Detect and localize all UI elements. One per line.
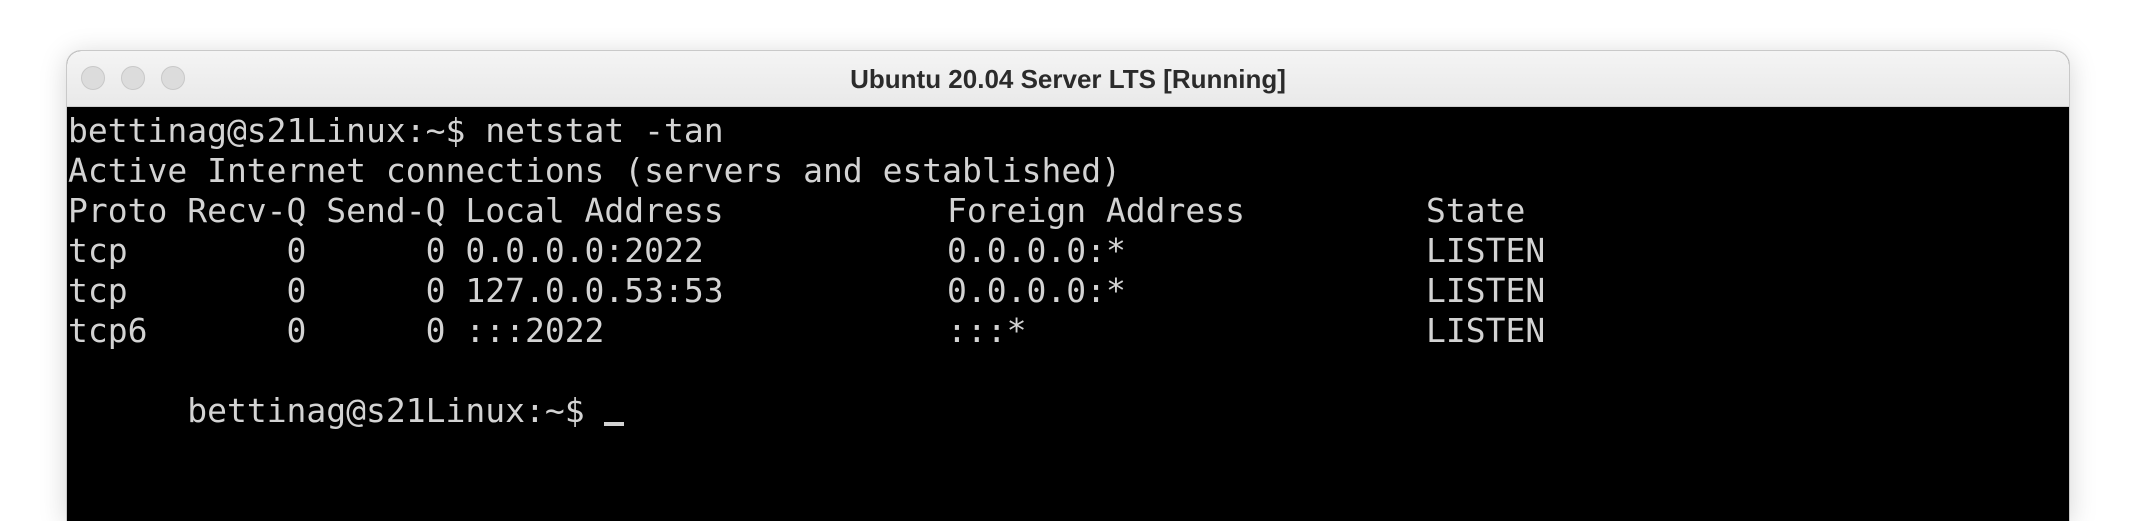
row-left: tcp6 0 0 :::2022 xyxy=(68,311,605,350)
command-line: bettinag@s21Linux:~$ netstat -tan xyxy=(68,111,724,150)
shell-prompt: bettinag@s21Linux:~$ xyxy=(187,391,605,430)
row-state: LISTEN xyxy=(1426,311,1546,350)
header-proto-local: Proto Recv-Q Send-Q Local Address xyxy=(68,191,724,230)
row-state: LISTEN xyxy=(1426,271,1546,310)
row-foreign: 0.0.0.0:* xyxy=(947,271,1126,310)
vm-window: Ubuntu 20.04 Server LTS [Running] bettin… xyxy=(67,51,2069,521)
row-foreign: 0.0.0.0:* xyxy=(947,231,1126,270)
connections-summary: Active Internet connections (servers and… xyxy=(68,151,1121,190)
title-bar[interactable]: Ubuntu 20.04 Server LTS [Running] xyxy=(67,51,2069,107)
table-row: tcp6 0 0 :::2022 :::* LISTEN xyxy=(68,311,1668,351)
terminal-screen[interactable]: bettinag@s21Linux:~$ netstat -tan Active… xyxy=(67,108,2069,521)
row-state: LISTEN xyxy=(1426,231,1546,270)
table-header: Proto Recv-Q Send-Q Local Address Foreig… xyxy=(68,191,1668,231)
row-foreign: :::* xyxy=(947,311,1027,350)
text-cursor xyxy=(604,422,625,426)
table-row: tcp 0 0 127.0.0.53:53 0.0.0.0:* LISTEN xyxy=(68,271,1668,311)
header-state: State xyxy=(1426,191,1526,230)
window-title: Ubuntu 20.04 Server LTS [Running] xyxy=(850,64,1286,94)
header-foreign-address: Foreign Address xyxy=(947,191,1246,230)
row-left: tcp 0 0 127.0.0.53:53 xyxy=(68,271,724,310)
prompt-line[interactable]: bettinag@s21Linux:~$ xyxy=(68,351,625,430)
table-row: tcp 0 0 0.0.0.0:2022 0.0.0.0:* LISTEN xyxy=(68,231,1668,271)
row-left: tcp 0 0 0.0.0.0:2022 xyxy=(68,231,704,270)
